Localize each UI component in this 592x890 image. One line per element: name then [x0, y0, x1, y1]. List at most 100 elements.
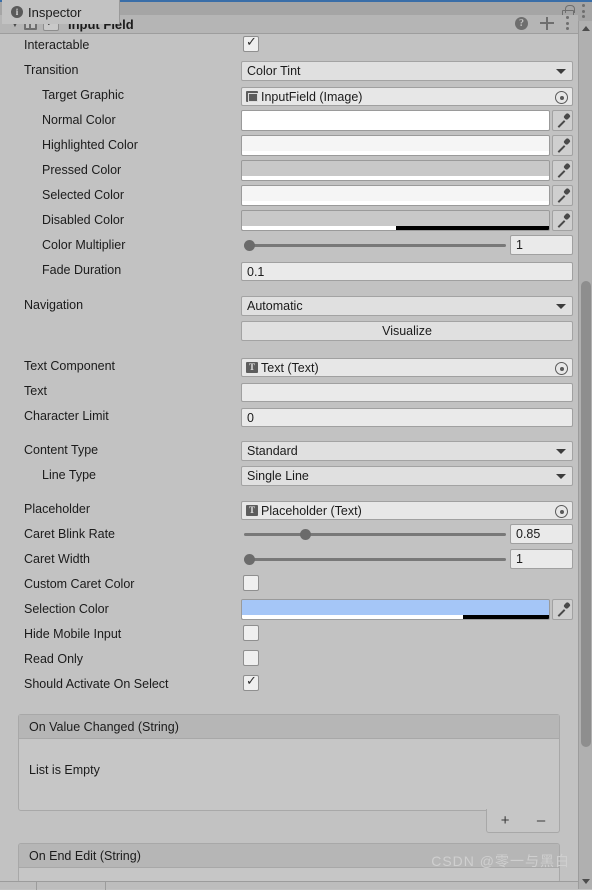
label-character-limit: Character Limit — [24, 409, 109, 423]
caret-blink-rate-slider-track[interactable] — [244, 533, 506, 536]
label-hide-mobile-input: Hide Mobile Input — [24, 627, 122, 641]
row-read-only: Read Only — [0, 648, 578, 673]
label-custom-caret-color: Custom Caret Color — [24, 577, 135, 591]
label-disabled-color: Disabled Color — [42, 213, 124, 227]
on-value-changed-empty-text: List is Empty — [29, 763, 100, 777]
text-component-object-field[interactable]: T Text (Text) — [241, 358, 573, 377]
scroll-down-arrow-icon[interactable] — [579, 875, 592, 889]
row-navigation: Navigation Automatic — [0, 294, 578, 319]
navigation-dropdown[interactable]: Automatic — [241, 296, 573, 316]
component-kebab-menu-icon[interactable] — [566, 16, 570, 30]
row-text: Text — [0, 380, 578, 405]
help-icon[interactable]: ? — [515, 16, 528, 30]
text-icon: T — [246, 505, 258, 516]
disabled-color-control — [241, 210, 573, 231]
color-multiplier-slider-knob[interactable] — [244, 240, 255, 251]
label-normal-color: Normal Color — [42, 113, 116, 127]
caret-width-slider-knob[interactable] — [244, 554, 255, 565]
label-color-multiplier: Color Multiplier — [42, 238, 126, 252]
read-only-checkbox[interactable] — [243, 650, 259, 666]
pressed-color-swatch[interactable] — [241, 160, 550, 181]
character-limit-input[interactable]: 0 — [241, 408, 573, 427]
row-caret-width: Caret Width 1 — [0, 548, 578, 573]
eyedropper-icon[interactable] — [552, 160, 573, 181]
row-pressed-color: Pressed Color — [0, 159, 578, 184]
row-line-type: Line Type Single Line — [0, 464, 578, 489]
eyedropper-icon[interactable] — [552, 599, 573, 620]
line-type-value: Single Line — [247, 469, 309, 483]
bottom-partial-row — [0, 881, 578, 890]
highlighted-color-swatch[interactable] — [241, 135, 550, 156]
selection-color-swatch[interactable] — [241, 599, 550, 620]
transition-dropdown[interactable]: Color Tint — [241, 61, 573, 81]
row-placeholder: Placeholder T Placeholder (Text) — [0, 498, 578, 523]
info-icon: i — [11, 6, 23, 18]
eyedropper-icon[interactable] — [552, 110, 573, 131]
vertical-scrollbar[interactable] — [578, 21, 592, 889]
object-picker-icon[interactable] — [555, 505, 568, 518]
color-multiplier-value[interactable]: 1 — [510, 235, 573, 255]
row-fade-duration: Fade Duration 0.1 — [0, 259, 578, 284]
preset-icon[interactable] — [540, 16, 554, 30]
placeholder-object-field[interactable]: T Placeholder (Text) — [241, 501, 573, 520]
pressed-color-control — [241, 160, 573, 181]
inspector-body: Interactable Transition Color Tint Targe… — [0, 34, 578, 889]
caret-width-value[interactable]: 1 — [510, 549, 573, 569]
label-pressed-color: Pressed Color — [42, 163, 122, 177]
tab-inspector[interactable]: i Inspector — [2, 0, 120, 24]
object-picker-icon[interactable] — [555, 362, 568, 375]
remove-listener-button[interactable]: – — [537, 812, 545, 829]
fade-duration-input[interactable]: 0.1 — [241, 262, 573, 281]
content-type-value: Standard — [247, 444, 298, 458]
selection-color-control — [241, 599, 573, 620]
object-picker-icon[interactable] — [555, 91, 568, 104]
normal-color-swatch[interactable] — [241, 110, 550, 131]
label-selected-color: Selected Color — [42, 188, 124, 202]
color-multiplier-slider-track[interactable] — [244, 244, 506, 247]
on-end-edit-title: On End Edit (String) — [19, 844, 559, 868]
selected-color-control — [241, 185, 573, 206]
transition-value: Color Tint — [247, 64, 301, 78]
label-content-type: Content Type — [24, 443, 99, 457]
kebab-menu-icon[interactable] — [582, 4, 586, 18]
row-disabled-color: Disabled Color — [0, 209, 578, 234]
scrollbar-thumb[interactable] — [581, 281, 591, 747]
label-text: Text — [24, 384, 47, 398]
row-should-activate-on-select: Should Activate On Select — [0, 673, 578, 698]
row-normal-color: Normal Color — [0, 109, 578, 134]
label-navigation: Navigation — [24, 298, 84, 312]
interactable-checkbox[interactable] — [243, 34, 259, 52]
visualize-button[interactable]: Visualize — [241, 321, 573, 341]
row-hide-mobile-input: Hide Mobile Input — [0, 623, 578, 648]
on-value-changed-add-remove: + – — [486, 809, 560, 833]
target-graphic-object-field[interactable]: InputField (Image) — [241, 87, 573, 106]
eyedropper-icon[interactable] — [552, 135, 573, 156]
disabled-color-swatch[interactable] — [241, 210, 550, 231]
text-icon: T — [246, 362, 258, 373]
custom-caret-color-checkbox[interactable] — [243, 575, 259, 591]
image-icon — [246, 91, 258, 102]
caret-width-slider-track[interactable] — [244, 558, 506, 561]
chevron-down-icon — [556, 449, 566, 454]
label-line-type: Line Type — [42, 468, 96, 482]
selected-color-swatch[interactable] — [241, 185, 550, 206]
text-input[interactable] — [241, 383, 573, 402]
caret-blink-rate-value[interactable]: 0.85 — [510, 524, 573, 544]
scroll-up-arrow-icon[interactable] — [579, 21, 592, 35]
caret-width-control: 1 — [241, 549, 573, 570]
row-selected-color: Selected Color — [0, 184, 578, 209]
navigation-value: Automatic — [247, 299, 303, 313]
line-type-dropdown[interactable]: Single Line — [241, 466, 573, 486]
should-activate-on-select-checkbox[interactable] — [243, 673, 259, 691]
content-type-dropdown[interactable]: Standard — [241, 441, 573, 461]
text-component-value: Text (Text) — [261, 360, 319, 375]
tab-inspector-label: Inspector — [28, 4, 82, 20]
label-target-graphic: Target Graphic — [42, 88, 124, 102]
hide-mobile-input-checkbox[interactable] — [243, 625, 259, 641]
eyedropper-icon[interactable] — [552, 185, 573, 206]
caret-blink-rate-slider-knob[interactable] — [300, 529, 311, 540]
chevron-down-icon — [556, 474, 566, 479]
eyedropper-icon[interactable] — [552, 210, 573, 231]
row-target-graphic: Target Graphic InputField (Image) — [0, 84, 578, 109]
add-listener-button[interactable]: + — [501, 812, 510, 829]
